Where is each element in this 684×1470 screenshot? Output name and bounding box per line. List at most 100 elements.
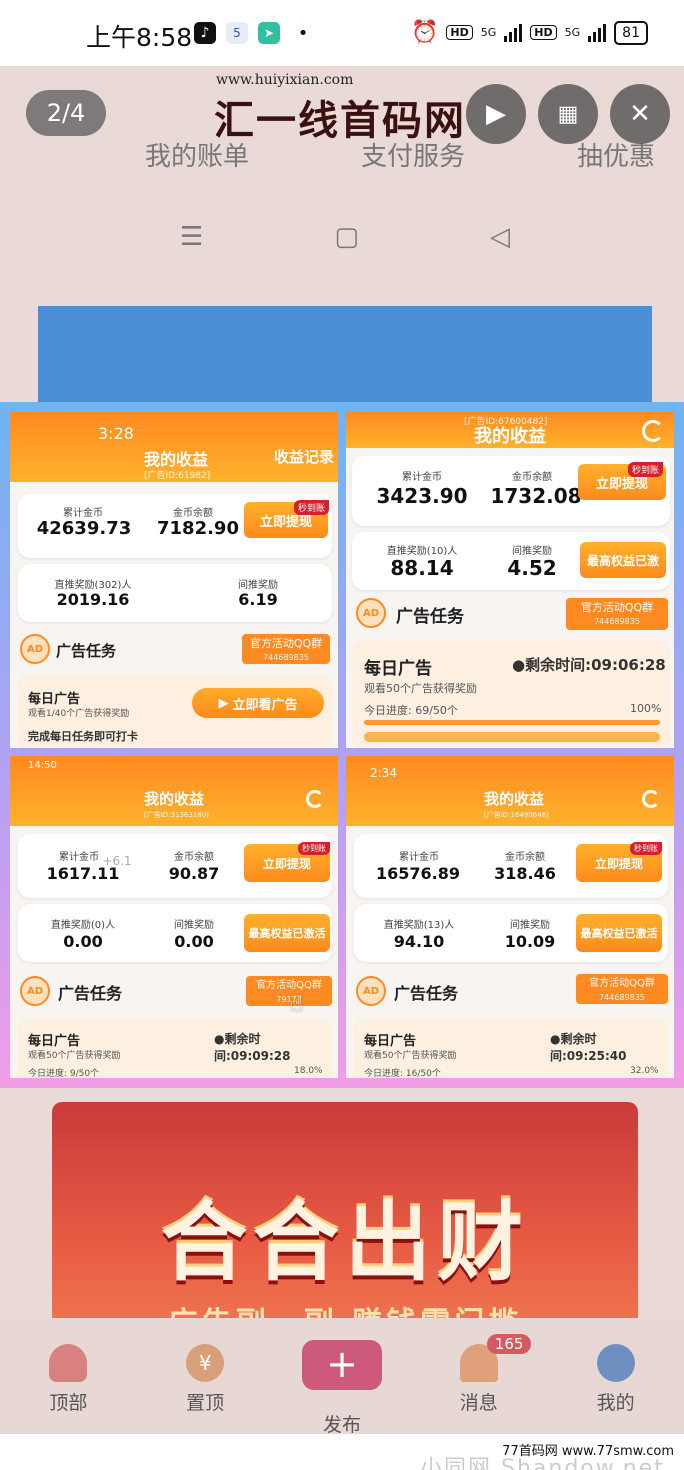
refresh-icon[interactable] bbox=[306, 790, 324, 808]
battery-indicator: 81 bbox=[614, 20, 648, 45]
close-button[interactable]: ✕ bbox=[610, 84, 670, 144]
rights-button[interactable]: 最高权益已激活 bbox=[244, 914, 330, 952]
play-circle-icon: ▶ bbox=[218, 695, 229, 711]
status-time: 上午8:58 bbox=[86, 23, 193, 52]
rights-button[interactable]: 最高权益已激活 bbox=[576, 914, 662, 952]
qq-group-label: 官方活动QQ群 bbox=[580, 601, 654, 614]
daily-progress-label: 今日进度: 16/50个 bbox=[364, 1069, 441, 1078]
ad-task-icon: AD bbox=[356, 598, 386, 628]
grid-icon: ▦ bbox=[557, 101, 579, 127]
indirect-label: 间推奖励 bbox=[512, 546, 552, 557]
panel-2-referral-card: 直推奖励(10)人 88.14 间推奖励 4.52 最高权益已激 bbox=[352, 532, 670, 590]
nav-top-label: 顶部 bbox=[49, 1392, 88, 1414]
image-counter: 2/4 bbox=[26, 90, 106, 136]
refresh-icon[interactable] bbox=[642, 790, 660, 808]
daily-progress-label: 今日进度: 69/50个 bbox=[364, 704, 458, 717]
footer-watermark: 77首码网 www.77smw.com bbox=[502, 1444, 674, 1459]
panel-2-title: 我的收益 bbox=[474, 426, 546, 447]
balance-value: 90.87 bbox=[168, 864, 220, 883]
play-icon: ▶ bbox=[486, 99, 506, 129]
indirect-label: 间推奖励 bbox=[510, 920, 550, 931]
daily-timer: ●剩余时间:09:25:40 bbox=[550, 1032, 627, 1063]
ad-task-title: 广告任务 bbox=[394, 984, 459, 1003]
daily-sub: 观看50个广告获得奖励 bbox=[364, 1051, 457, 1061]
referral-label: 直推奖励(302)人 bbox=[54, 580, 132, 591]
signal-icon-1 bbox=[504, 23, 523, 42]
daily-progress-pct: 18.0% bbox=[294, 1066, 323, 1076]
panel-1-time: 3:28 bbox=[98, 424, 134, 443]
indirect-value: 4.52 bbox=[507, 556, 557, 580]
close-icon: ✕ bbox=[629, 99, 651, 129]
network-label-2: 5G bbox=[564, 26, 581, 39]
nav-top[interactable]: 顶部 bbox=[18, 1344, 118, 1415]
referral-label: 直推奖励(10)人 bbox=[386, 546, 458, 557]
qq-group-number: 79173 bbox=[276, 995, 302, 1004]
bottom-nav: 顶部 ¥ 置顶 + 发布 165 消息 我的 bbox=[0, 1318, 684, 1437]
panel-3-ad-id: [广告ID:31363180] bbox=[144, 811, 209, 819]
panel-4-ad-id: [广告ID:16490646] bbox=[484, 811, 549, 819]
instant-tag: 秒到账 bbox=[628, 462, 664, 477]
collage-image[interactable]: 3:28 我的收益 [广告ID:61982] 收益记录 累计金币 42639.7… bbox=[0, 402, 684, 1088]
play-button[interactable]: ▶ bbox=[466, 84, 526, 144]
promo-poster[interactable]: 合合出财 广告副一副 赚钱零门槛 bbox=[52, 1102, 638, 1342]
refresh-icon[interactable] bbox=[642, 420, 664, 442]
panel-4-referral-card: 直推奖励(13)人 94.10 间推奖励 10.09 最高权益已激活 bbox=[354, 904, 668, 962]
panel-4-balance-card: 累计金币 16576.89 金币余额 318.46 立即提现 秒到账 bbox=[354, 834, 668, 898]
panel-1-record-link[interactable]: 收益记录 bbox=[274, 446, 334, 467]
balance-label: 金币余额 bbox=[512, 472, 552, 483]
referral-label: 直推奖励(0)人 bbox=[50, 920, 116, 931]
watch-ad-button[interactable]: ▶ 立即看广告 bbox=[192, 688, 324, 718]
nav-messages[interactable]: 165 消息 bbox=[429, 1334, 532, 1415]
daily-progress-pct: 100% bbox=[630, 702, 662, 715]
daily-ad-card: 每日广告 ●剩余时间:09:25:40 观看50个广告获得奖励 今日进度: 16… bbox=[354, 1018, 668, 1078]
referral-value: 2019.16 bbox=[56, 590, 130, 609]
network-label-1: 5G bbox=[480, 26, 497, 39]
plus-icon: + bbox=[301, 1340, 382, 1390]
qq-group-button[interactable]: 官方活动QQ群 79173 bbox=[246, 976, 332, 1006]
send-icon: ➤ bbox=[258, 22, 280, 44]
daily-title: 每日广告 bbox=[28, 692, 81, 707]
panel-2-balance-card: 累计金币 3423.90 金币余额 1732.08 立即提现 秒到账 bbox=[352, 456, 670, 526]
more-dot-icon: • bbox=[297, 22, 309, 44]
qq-group-button[interactable]: 官方活动QQ群 744689835 bbox=[576, 974, 668, 1004]
total-label: 累计金币 bbox=[63, 508, 103, 519]
daily-progress-label: 今日进度: 9/50个 bbox=[28, 1069, 100, 1078]
menu-icon: ☰ bbox=[180, 222, 204, 252]
total-value: 1617.11 bbox=[46, 864, 120, 883]
referral-value: 0.00 bbox=[63, 932, 103, 951]
nav-pin[interactable]: ¥ 置顶 bbox=[155, 1344, 255, 1415]
panel-3-balance-card: 累计金币 +6.1 1617.11 金币余额 90.87 立即提现 秒到账 bbox=[18, 834, 332, 898]
referral-label: 直推奖励(13)人 bbox=[383, 920, 455, 931]
daily-progress-pct: 32.0% bbox=[630, 1066, 659, 1076]
rocket-icon bbox=[49, 1344, 88, 1382]
panel-1-title: 我的收益 bbox=[144, 450, 209, 469]
total-value: 3423.90 bbox=[376, 484, 468, 508]
daily-sub: 观看50个广告获得奖励 bbox=[364, 682, 477, 695]
daily-title: 每日广告 bbox=[364, 659, 432, 679]
rights-button[interactable]: 最高权益已激 bbox=[580, 542, 666, 578]
qq-group-number: 744689835 bbox=[599, 993, 645, 1002]
daily-sub: 观看1/40个广告获得奖励 bbox=[28, 709, 130, 719]
grid-button[interactable]: ▦ bbox=[538, 84, 598, 144]
panel-1-header: 3:28 我的收益 [广告ID:61982] 收益记录 bbox=[10, 412, 338, 482]
referral-value: 94.10 bbox=[393, 932, 445, 951]
nav-profile[interactable]: 我的 bbox=[566, 1344, 666, 1415]
qq-group-label: 官方活动QQ群 bbox=[589, 978, 655, 989]
daily-title: 每日广告 bbox=[28, 1034, 81, 1049]
daily-note: 完成每日任务即可打卡 bbox=[28, 730, 138, 743]
status-bar: 上午8:58 ♪ 5 ➤ • ⏰ HD 5G HD 5G 81 bbox=[0, 0, 684, 66]
balance-label: 金币余额 bbox=[505, 852, 545, 863]
nav-publish[interactable]: + 发布 bbox=[292, 1340, 392, 1437]
signal-icon-2 bbox=[588, 23, 607, 42]
indirect-label: 间推奖励 bbox=[238, 580, 278, 591]
ad-task-icon: AD bbox=[20, 976, 50, 1006]
background-nav-icons: ☰ ▢ ◁ bbox=[180, 222, 510, 252]
panel-1-balance-card: 累计金币 42639.73 金币余额 7182.90 立即提现 秒到账 bbox=[18, 494, 332, 558]
hd-badge-2: HD bbox=[530, 25, 557, 40]
balance-value: 318.46 bbox=[494, 864, 556, 883]
system-nav-bar: 小同网 Shandow.net 77首码网 www.77smw.com bbox=[0, 1434, 684, 1470]
qq-group-button[interactable]: 官方活动QQ群 744689835 bbox=[566, 598, 668, 630]
total-value: 16576.89 bbox=[375, 864, 460, 883]
qq-group-button[interactable]: 官方活动QQ群 744689835 bbox=[242, 634, 330, 664]
indirect-value: 10.09 bbox=[504, 932, 556, 951]
